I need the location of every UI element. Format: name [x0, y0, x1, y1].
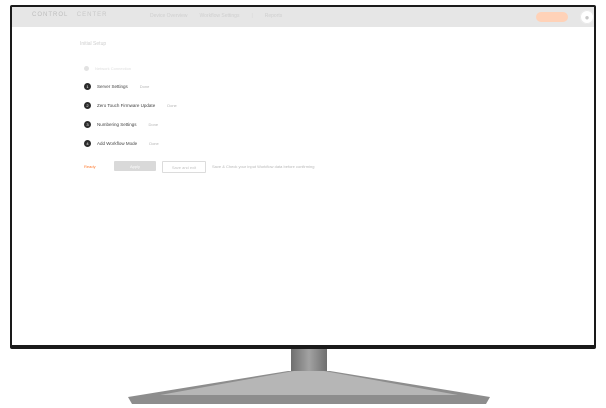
- page-title: Initial Setup: [80, 41, 107, 47]
- step-label: Zero Touch Firmware Update: [97, 103, 156, 108]
- user-icon: ●: [584, 12, 590, 22]
- tv-stand-base: [128, 371, 490, 404]
- step-number: 3: [84, 121, 91, 128]
- nav-item-workflow-settings[interactable]: Workflow Settings: [200, 13, 240, 19]
- step-status: Done: [139, 84, 150, 89]
- tv-stand-neck: [291, 349, 327, 371]
- step-item[interactable]: 3 Numbering Settings Done: [84, 121, 158, 128]
- step-item[interactable]: 4 Add Workflow Mode Done: [84, 140, 159, 147]
- step-label: Server Settings: [97, 84, 128, 89]
- step-status: Done: [167, 103, 177, 108]
- step-item[interactable]: 1 Server Settings Done: [84, 83, 149, 90]
- brand-subtitle: CENTER: [76, 12, 108, 18]
- step-status: Done: [149, 141, 159, 146]
- step-label: Add Workflow Mode: [97, 141, 138, 146]
- step-item[interactable]: 2 Zero Touch Firmware Update Done: [84, 102, 177, 109]
- avatar[interactable]: ●: [580, 10, 594, 24]
- nav-item-reports[interactable]: Reports: [265, 13, 283, 19]
- step-number: 2: [84, 102, 91, 109]
- step-label: Numbering Settings: [97, 122, 137, 127]
- app-top-bar: CONTROL CENTER Device Overview Workflow …: [12, 7, 594, 27]
- hint-text: Save & Check your input Workflow data be…: [212, 164, 315, 169]
- step-number: 4: [84, 140, 91, 147]
- faded-step-label: Network Connection: [95, 66, 132, 71]
- step-number: 1: [84, 83, 91, 90]
- apply-button[interactable]: Apply: [114, 161, 156, 171]
- status-text: Ready: [84, 164, 96, 169]
- step-status: Done: [148, 122, 159, 127]
- nav-item-device-overview[interactable]: Device Overview: [150, 13, 188, 19]
- top-action-pill[interactable]: [536, 12, 568, 22]
- brand-name: CONTROL: [32, 12, 69, 18]
- nav-separator: |: [251, 13, 253, 19]
- brand-logo: CONTROL CENTER: [32, 12, 107, 18]
- faded-step-item: Network Connection: [84, 66, 131, 71]
- tv-screen: CONTROL CENTER Device Overview Workflow …: [12, 7, 594, 345]
- top-navigation: Device Overview Workflow Settings | Repo…: [150, 13, 282, 19]
- actions-row: Ready Apply Save and exit Save & Check y…: [84, 161, 564, 173]
- faded-step-dot: [84, 66, 89, 71]
- save-and-exit-button[interactable]: Save and exit: [162, 161, 206, 173]
